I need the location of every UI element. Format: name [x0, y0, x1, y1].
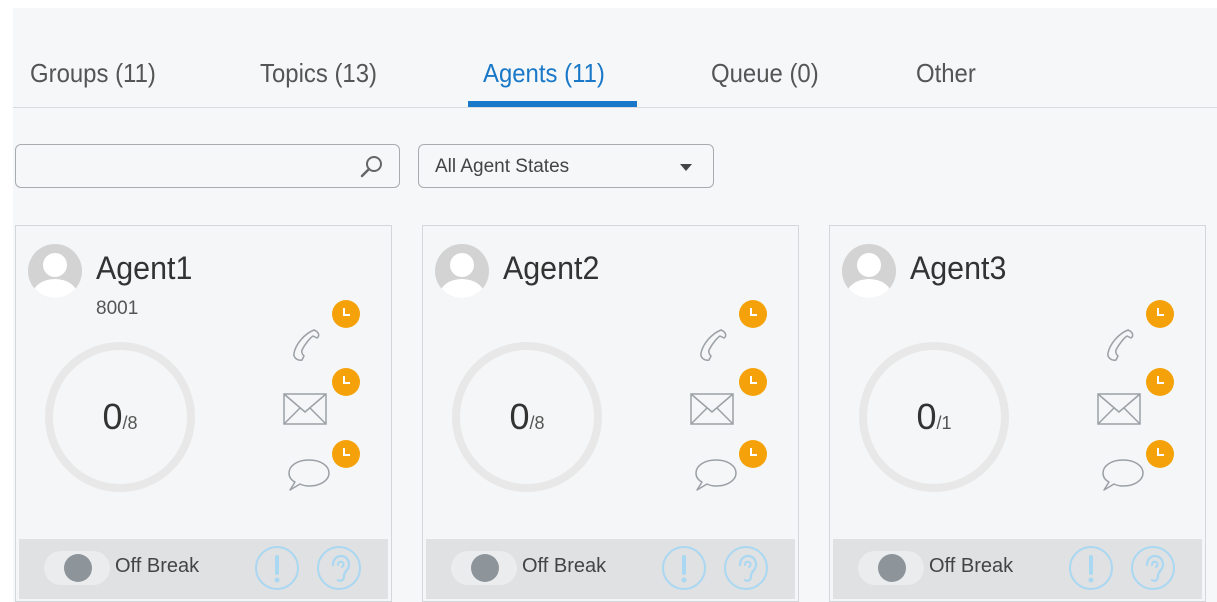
chat-icon — [1102, 459, 1144, 491]
agent-card[interactable]: Agent3 0/1 Off Break — [829, 225, 1206, 602]
alert-button[interactable] — [1069, 546, 1113, 590]
clock-icon — [739, 440, 767, 468]
alert-icon — [274, 555, 280, 583]
clock-icon — [739, 300, 767, 328]
clock-icon — [1146, 440, 1174, 468]
agent-state-filter[interactable]: All Agent States — [418, 144, 714, 188]
tab-agents[interactable]: Agents (11) — [483, 58, 605, 89]
agent-card[interactable]: Agent1 8001 0/8 Off Break — [15, 225, 392, 602]
avatar — [842, 244, 896, 298]
agent-name: Agent2 — [503, 250, 600, 286]
search-icon[interactable] — [359, 154, 385, 180]
break-toggle[interactable] — [451, 551, 517, 585]
listen-icon — [738, 554, 758, 582]
tab-topics[interactable]: Topics (13) — [260, 58, 377, 89]
email-icon — [283, 393, 327, 425]
alert-button[interactable] — [255, 546, 299, 590]
max-capacity: /8 — [122, 412, 138, 433]
clock-icon — [332, 440, 360, 468]
phone-icon — [1107, 329, 1134, 361]
capacity-count: 0/8 — [45, 342, 195, 492]
agent-name: Agent1 — [96, 250, 193, 286]
alert-icon — [681, 555, 687, 583]
agent-name: Agent3 — [910, 250, 1007, 286]
card-footer: Off Break — [19, 539, 388, 599]
listen-button[interactable] — [317, 546, 361, 590]
listen-icon — [331, 554, 351, 582]
break-status-label: Off Break — [522, 555, 607, 577]
avatar — [435, 244, 489, 298]
clock-icon — [1146, 368, 1174, 396]
agents-panel: Groups (11) Topics (13) Agents (11) Queu… — [13, 8, 1217, 602]
capacity-count: 0/1 — [859, 342, 1009, 492]
agent-extension: 8001 — [96, 298, 139, 319]
active-count: 0 — [509, 396, 530, 437]
clock-icon — [332, 368, 360, 396]
card-footer: Off Break — [426, 539, 795, 599]
filter-selected-value: All Agent States — [435, 156, 570, 177]
break-toggle[interactable] — [858, 551, 924, 585]
listen-icon — [1145, 554, 1165, 582]
active-tab-indicator — [468, 101, 637, 107]
active-count: 0 — [916, 396, 937, 437]
capacity-count: 0/8 — [452, 342, 602, 492]
email-icon — [690, 393, 734, 425]
tab-queue[interactable]: Queue (0) — [711, 58, 819, 89]
clock-icon — [1146, 300, 1174, 328]
tab-groups[interactable]: Groups (11) — [30, 58, 156, 89]
chat-icon — [695, 459, 737, 491]
tab-other[interactable]: Other — [916, 58, 976, 89]
phone-icon — [700, 329, 727, 361]
card-footer: Off Break — [833, 539, 1202, 599]
search-input[interactable] — [26, 153, 346, 179]
agent-card[interactable]: Agent2 0/8 Off Break — [422, 225, 799, 602]
chat-icon — [288, 459, 330, 491]
break-status-label: Off Break — [115, 555, 200, 577]
max-capacity: /8 — [529, 412, 545, 433]
break-toggle[interactable] — [44, 551, 110, 585]
max-capacity: /1 — [936, 412, 952, 433]
listen-button[interactable] — [724, 546, 768, 590]
search-box — [15, 144, 400, 188]
alert-button[interactable] — [662, 546, 706, 590]
tab-bar: Groups (11) Topics (13) Agents (11) Queu… — [13, 8, 1217, 108]
active-count: 0 — [102, 396, 123, 437]
chevron-down-icon — [680, 164, 692, 171]
alert-icon — [1088, 555, 1094, 583]
avatar — [28, 244, 82, 298]
break-status-label: Off Break — [929, 555, 1014, 577]
listen-button[interactable] — [1131, 546, 1175, 590]
email-icon — [1097, 393, 1141, 425]
clock-icon — [332, 300, 360, 328]
clock-icon — [739, 368, 767, 396]
phone-icon — [293, 329, 320, 361]
